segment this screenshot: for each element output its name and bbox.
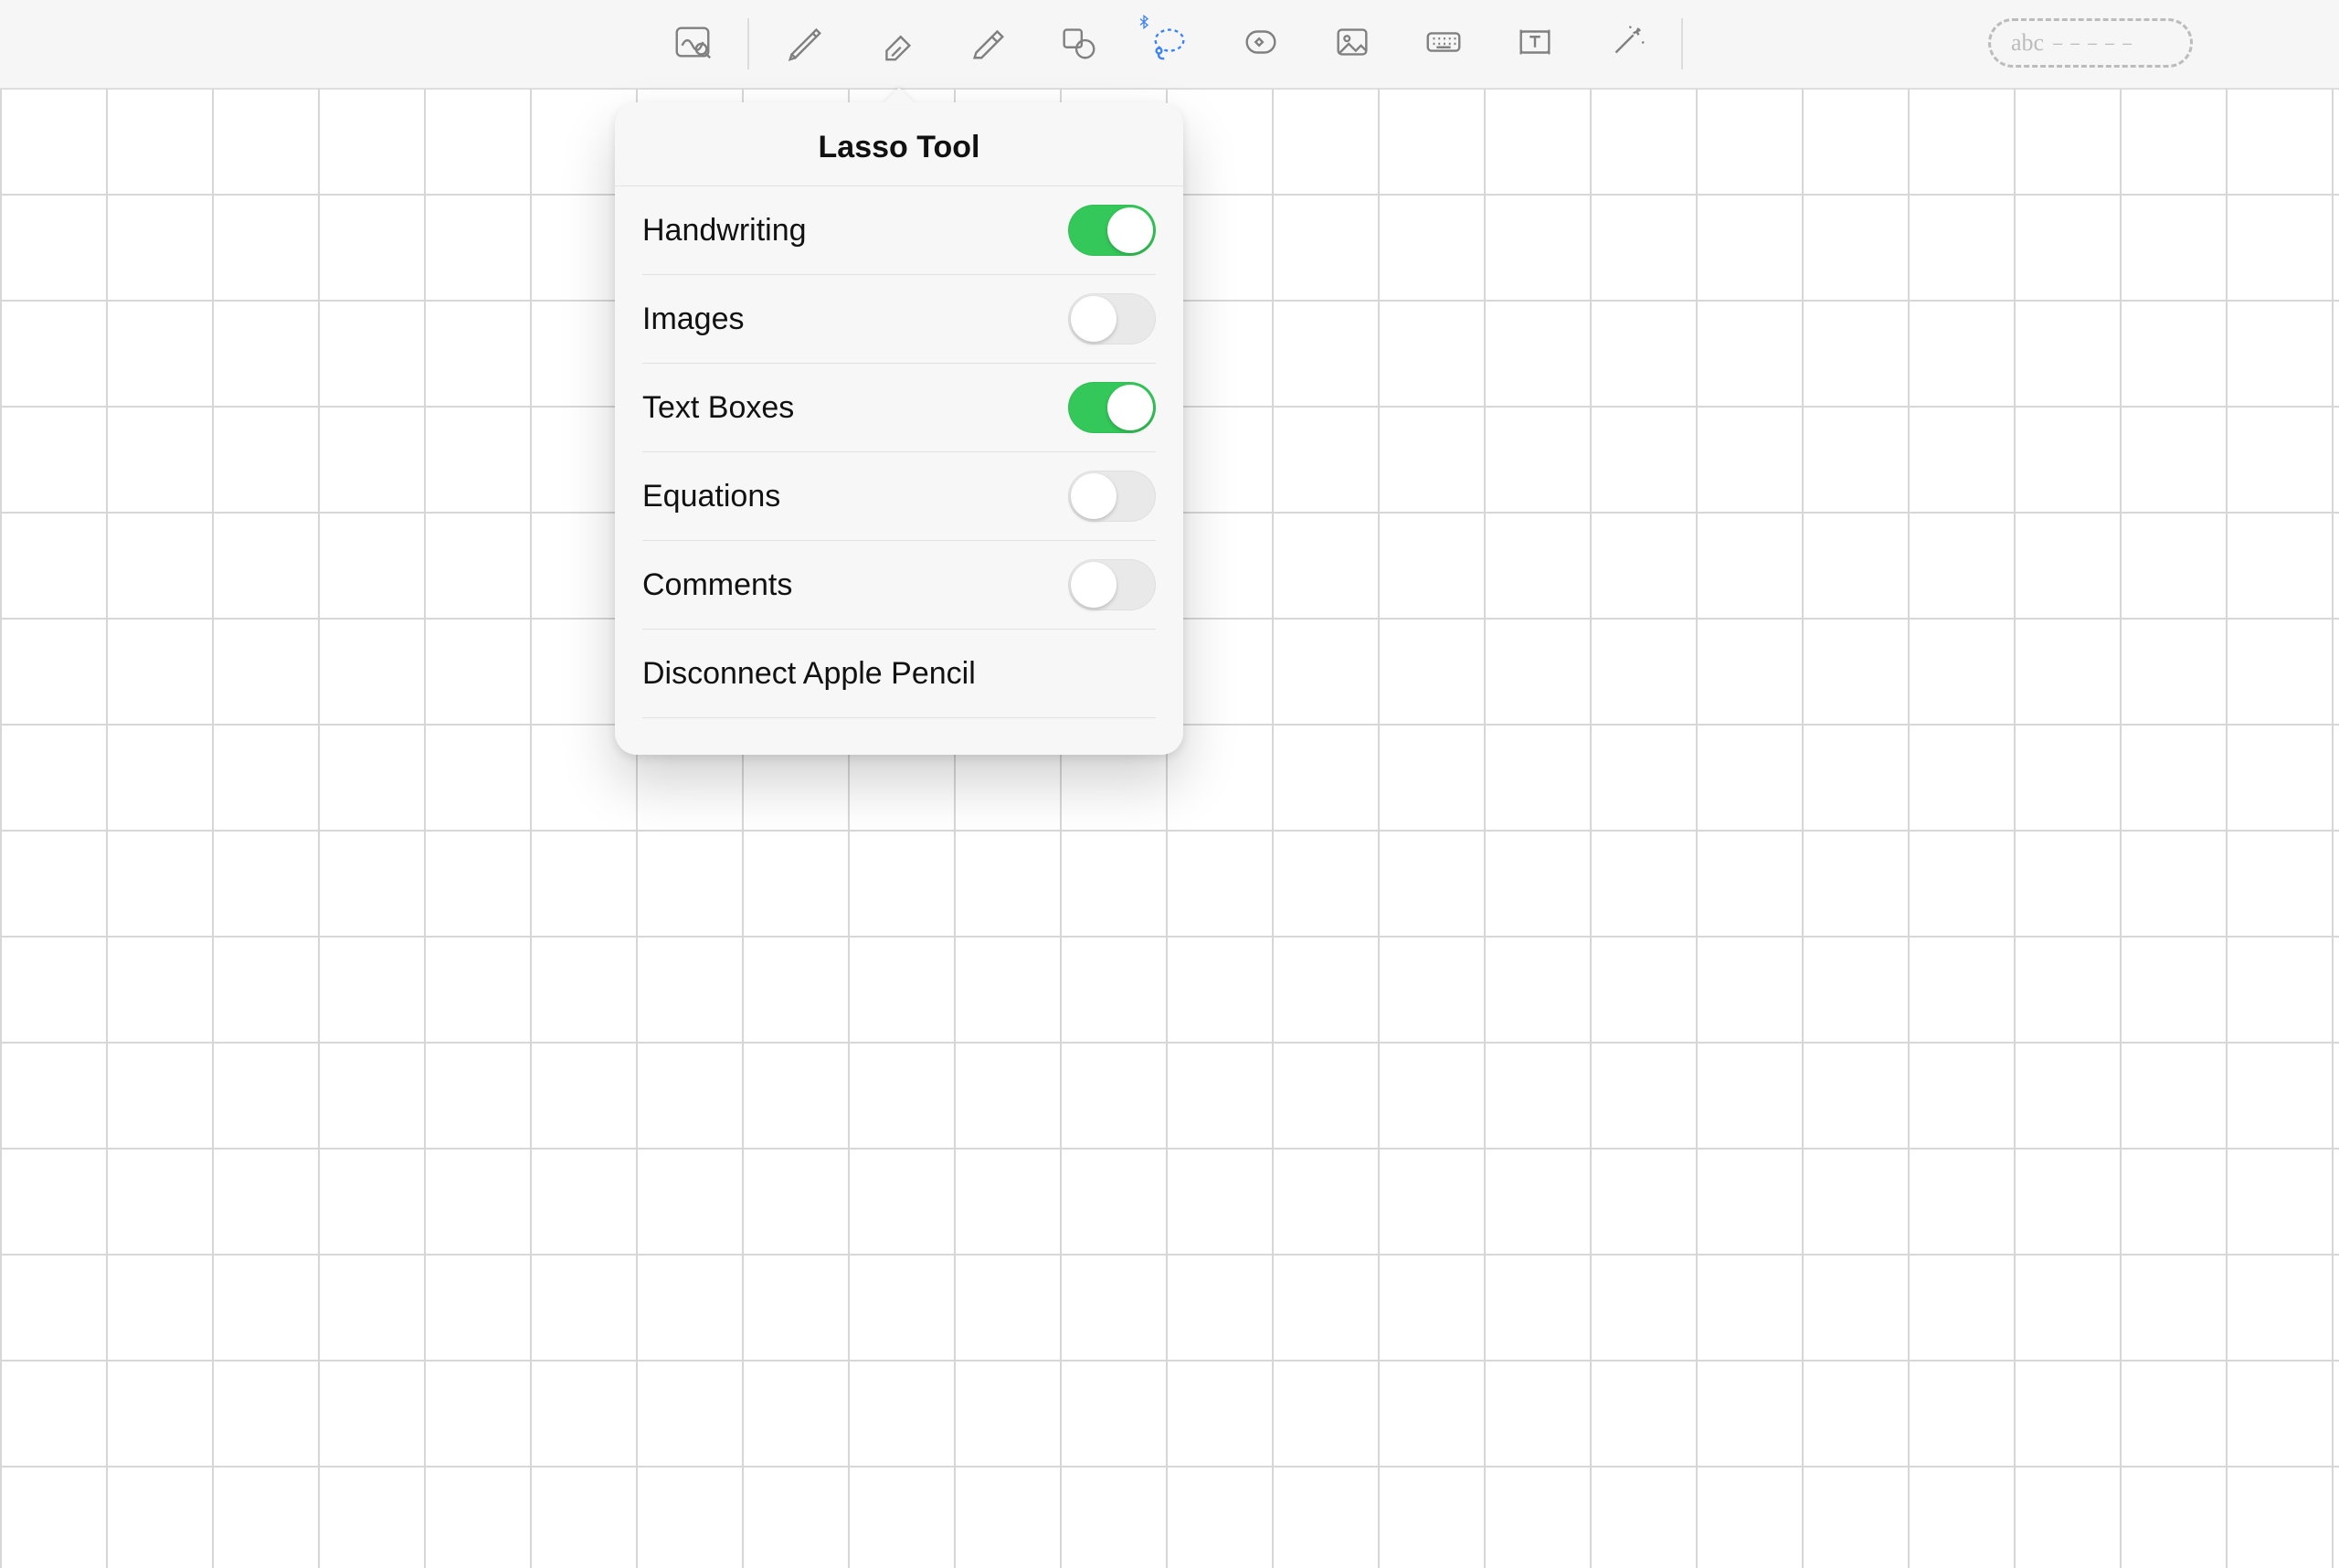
magic-wand-icon: [1605, 21, 1647, 68]
option-label: Handwriting: [642, 213, 807, 249]
shapes-icon: [1057, 21, 1099, 68]
handwrite-placeholder: abc: [2011, 31, 2044, 55]
pen-tool[interactable]: [758, 2, 850, 86]
stickers-tool[interactable]: [1215, 2, 1307, 86]
option-comments: Comments: [642, 541, 1156, 630]
shapes-tool[interactable]: [1032, 2, 1124, 86]
textbox-icon: [1514, 21, 1556, 68]
keyboard-icon: [1423, 21, 1465, 68]
bluetooth-icon: [1137, 15, 1151, 29]
keyboard-tool[interactable]: [1398, 2, 1489, 86]
option-images: Images: [642, 275, 1156, 364]
image-icon: [1331, 21, 1373, 68]
toggle-textboxes[interactable]: [1068, 382, 1156, 433]
textbox-tool[interactable]: [1489, 2, 1581, 86]
toolbar-divider: [747, 18, 749, 69]
toolbar: abc – – – – –: [0, 0, 2339, 89]
eraser-icon: [874, 21, 916, 68]
highlighter-icon: [966, 21, 1008, 68]
option-equations: Equations: [642, 452, 1156, 541]
lasso-tool[interactable]: [1124, 2, 1215, 86]
option-textboxes: Text Boxes: [642, 364, 1156, 452]
pen-icon: [783, 21, 825, 68]
tool-row: [647, 2, 1692, 86]
option-handwriting: Handwriting: [642, 186, 1156, 275]
toggle-handwriting[interactable]: [1068, 205, 1156, 256]
toggle-equations[interactable]: [1068, 471, 1156, 522]
lasso-popover: Lasso Tool Handwriting Images Text Boxes…: [615, 102, 1183, 755]
zoom-view-tool[interactable]: [647, 2, 738, 86]
toolbar-divider: [1681, 18, 1683, 69]
lasso-icon: [1148, 21, 1191, 68]
eraser-tool[interactable]: [850, 2, 941, 86]
handwrite-dashes: – – – – –: [2053, 34, 2133, 53]
zoom-view-icon: [672, 21, 714, 68]
handwrite-pill[interactable]: abc – – – – –: [1988, 18, 2193, 68]
popover-list: Handwriting Images Text Boxes Equations …: [615, 186, 1183, 718]
image-tool[interactable]: [1307, 2, 1398, 86]
popover-title: Lasso Tool: [615, 102, 1183, 186]
option-label: Images: [642, 302, 745, 337]
sticker-icon: [1240, 21, 1282, 68]
option-label: Text Boxes: [642, 390, 794, 426]
toggle-images[interactable]: [1068, 293, 1156, 344]
option-label: Equations: [642, 479, 780, 514]
toggle-comments[interactable]: [1068, 559, 1156, 610]
magic-tool[interactable]: [1581, 2, 1672, 86]
highlighter-tool[interactable]: [941, 2, 1032, 86]
disconnect-label: Disconnect Apple Pencil: [642, 656, 976, 692]
option-label: Comments: [642, 567, 792, 603]
disconnect-pencil-row[interactable]: Disconnect Apple Pencil: [642, 630, 1156, 718]
